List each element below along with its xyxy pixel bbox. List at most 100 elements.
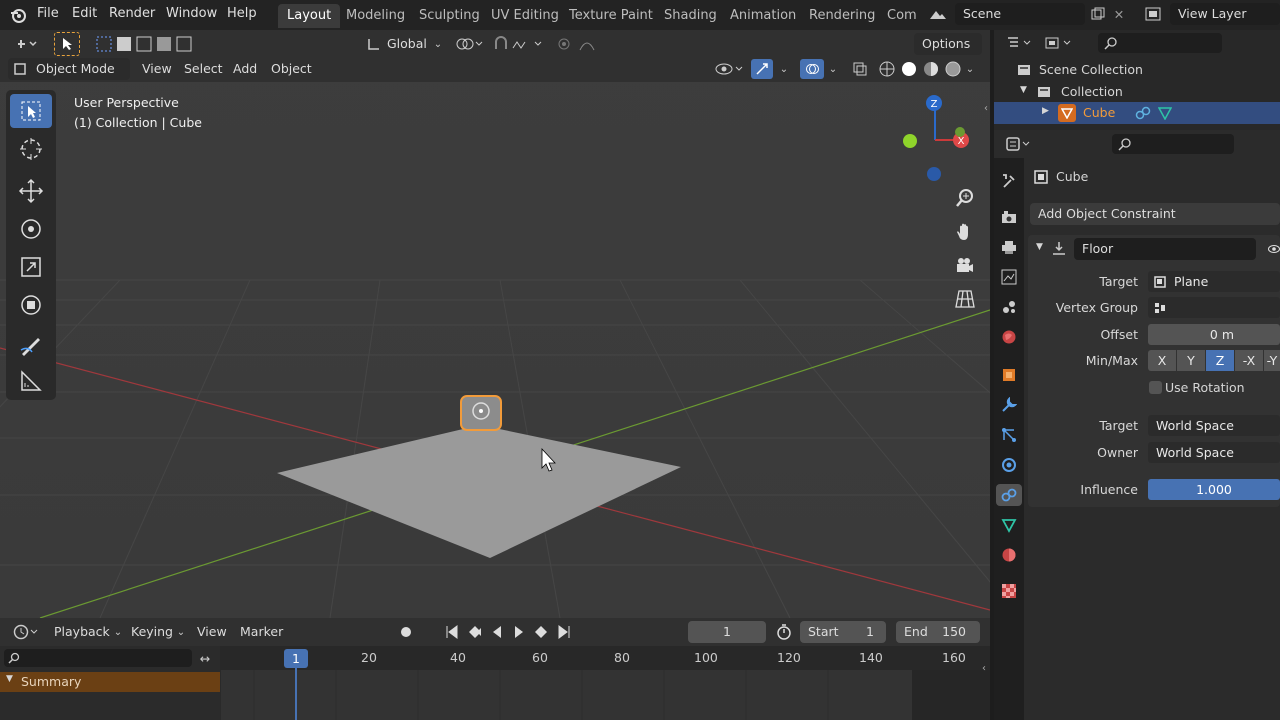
tab-sculpting[interactable]: Sculpting xyxy=(410,4,489,28)
scene-name-field[interactable]: Scene xyxy=(955,3,1085,25)
timeline-editor-type-icon[interactable] xyxy=(10,622,42,642)
select-box-tool-icon[interactable] xyxy=(10,94,52,128)
transform-orientation-dropdown[interactable]: Global xyxy=(387,33,427,55)
target-space-dropdown[interactable]: World Space xyxy=(1148,415,1280,436)
tab-animation[interactable]: Animation xyxy=(721,4,805,28)
options-dropdown[interactable]: Options xyxy=(914,33,982,55)
outliner-row-cube[interactable]: ▶ Cube xyxy=(994,102,1280,124)
timeline-view-menu[interactable]: View xyxy=(197,621,227,643)
ortho-perspective-icon[interactable] xyxy=(951,285,979,313)
mesh-data-icon[interactable] xyxy=(1156,105,1174,121)
navigation-gizmo[interactable]: Z X xyxy=(895,92,975,182)
shading-mode-icons[interactable] xyxy=(876,59,964,79)
axis-y-button[interactable]: Y xyxy=(1177,350,1205,371)
record-icon[interactable] xyxy=(396,622,416,642)
zoom-icon[interactable] xyxy=(951,184,979,212)
camera-view-icon[interactable] xyxy=(951,252,979,280)
outliner-editor-type-icon[interactable] xyxy=(1004,33,1036,53)
swap-arrows-icon[interactable]: ↔ xyxy=(194,649,216,667)
tool-tab-icon[interactable] xyxy=(998,170,1020,192)
influence-slider[interactable]: 1.000 xyxy=(1148,479,1280,500)
blender-logo-icon[interactable] xyxy=(8,5,28,25)
pan-hand-icon[interactable] xyxy=(951,218,979,246)
tab-texture-paint[interactable]: Texture Paint xyxy=(560,4,662,28)
menu-edit[interactable]: Edit xyxy=(72,6,97,21)
new-scene-icon[interactable] xyxy=(1088,4,1108,24)
add-object-constraint-button[interactable]: Add Object Constraint xyxy=(1030,203,1280,225)
shading-dropdown-icon[interactable]: ⌄ xyxy=(962,59,978,79)
scene-collection-label[interactable]: Scene Collection xyxy=(1039,62,1143,77)
tab-uv-editing[interactable]: UV Editing xyxy=(482,4,568,28)
summary-row[interactable]: ▼ Summary xyxy=(0,672,220,692)
constraint-icon[interactable] xyxy=(1134,105,1152,121)
end-frame-field[interactable]: End 150 xyxy=(896,621,980,643)
transform-tool-icon[interactable] xyxy=(10,288,52,322)
playback-controls[interactable] xyxy=(442,622,574,642)
cube-object[interactable] xyxy=(460,395,502,431)
add-menu[interactable]: Add xyxy=(233,58,257,80)
measure-tool-icon[interactable] xyxy=(10,364,52,398)
offset-field[interactable]: 0 m xyxy=(1148,324,1280,345)
render-tab-icon[interactable] xyxy=(998,206,1020,228)
use-rotation-checkbox[interactable] xyxy=(1149,381,1162,394)
constraint-collapse-icon[interactable]: ▼ xyxy=(1036,242,1043,252)
gizmo-dropdown-icon[interactable]: ⌄ xyxy=(774,59,794,79)
modifier-tab-icon[interactable] xyxy=(998,394,1020,416)
keying-menu[interactable]: Keying xyxy=(131,621,173,643)
collection-label[interactable]: Collection xyxy=(1061,84,1123,99)
snap-icon[interactable] xyxy=(492,33,548,55)
current-frame-field[interactable]: 1 xyxy=(688,621,766,643)
axis-neg-x-button[interactable]: -X xyxy=(1235,350,1263,371)
channel-search-input[interactable] xyxy=(4,649,192,667)
select-menu[interactable]: Select xyxy=(184,58,223,80)
selection-mode-icons[interactable] xyxy=(94,34,196,54)
tab-modeling[interactable]: Modeling xyxy=(337,4,414,28)
particles-tab-icon[interactable] xyxy=(998,424,1020,446)
texture-tab-icon[interactable] xyxy=(998,580,1020,602)
owner-space-dropdown[interactable]: World Space xyxy=(1148,442,1280,463)
scale-tool-icon[interactable] xyxy=(10,250,52,284)
axis-x-button[interactable]: X xyxy=(1148,350,1176,371)
constraint-visibility-icon[interactable] xyxy=(1268,240,1280,258)
stopwatch-icon[interactable] xyxy=(774,622,794,642)
xray-toggle-icon[interactable] xyxy=(849,59,871,79)
visibility-icon[interactable] xyxy=(712,59,746,79)
menu-file[interactable]: File xyxy=(37,6,59,21)
gizmo-toggle-icon[interactable] xyxy=(751,59,773,79)
view-layer-tab-icon[interactable] xyxy=(998,266,1020,288)
playback-menu[interactable]: Playback xyxy=(54,621,110,643)
start-frame-field[interactable]: Start 1 xyxy=(800,621,886,643)
proportional-editing-icon[interactable] xyxy=(552,33,612,55)
material-tab-icon[interactable] xyxy=(998,544,1020,566)
menu-help[interactable]: Help xyxy=(227,6,257,21)
rotate-tool-icon[interactable] xyxy=(10,212,52,246)
delete-scene-icon[interactable]: ✕ xyxy=(1110,4,1128,24)
data-tab-icon[interactable] xyxy=(998,514,1020,536)
physics-tab-icon[interactable] xyxy=(998,454,1020,476)
object-menu[interactable]: Object xyxy=(271,58,312,80)
properties-editor-type-icon[interactable] xyxy=(1004,134,1034,154)
annotate-tool-icon[interactable] xyxy=(10,328,52,362)
editor-type-icon[interactable] xyxy=(10,33,42,55)
transform-orientation-icon[interactable] xyxy=(364,34,384,54)
keyframe-area[interactable] xyxy=(220,670,912,720)
axis-z-button[interactable]: Z xyxy=(1206,350,1234,371)
tab-rendering[interactable]: Rendering xyxy=(800,4,884,28)
overlays-toggle-icon[interactable] xyxy=(800,59,824,79)
pivot-point-icon[interactable] xyxy=(452,33,488,55)
select-tool-icon[interactable] xyxy=(54,32,80,56)
output-tab-icon[interactable] xyxy=(998,236,1020,258)
move-tool-icon[interactable] xyxy=(10,174,52,208)
constraint-tab-icon[interactable] xyxy=(996,484,1022,506)
view-layer-field[interactable]: View Layer xyxy=(1170,3,1280,25)
playhead-frame-indicator[interactable]: 1 xyxy=(284,649,308,668)
tab-layout[interactable]: Layout xyxy=(278,4,341,28)
overlays-dropdown-icon[interactable]: ⌄ xyxy=(824,59,842,79)
view-layer-icon[interactable] xyxy=(1138,4,1168,24)
display-mode-icon[interactable] xyxy=(1042,33,1076,53)
cube-expand-icon[interactable]: ▶ xyxy=(1042,106,1049,116)
use-rotation-label[interactable]: Use Rotation xyxy=(1165,380,1245,395)
object-tab-icon[interactable] xyxy=(998,364,1020,386)
panel-collapse-icon[interactable]: ‹ xyxy=(980,100,992,116)
3d-viewport[interactable]: Global ⌄ Options Object Mode View Select… xyxy=(0,30,990,618)
